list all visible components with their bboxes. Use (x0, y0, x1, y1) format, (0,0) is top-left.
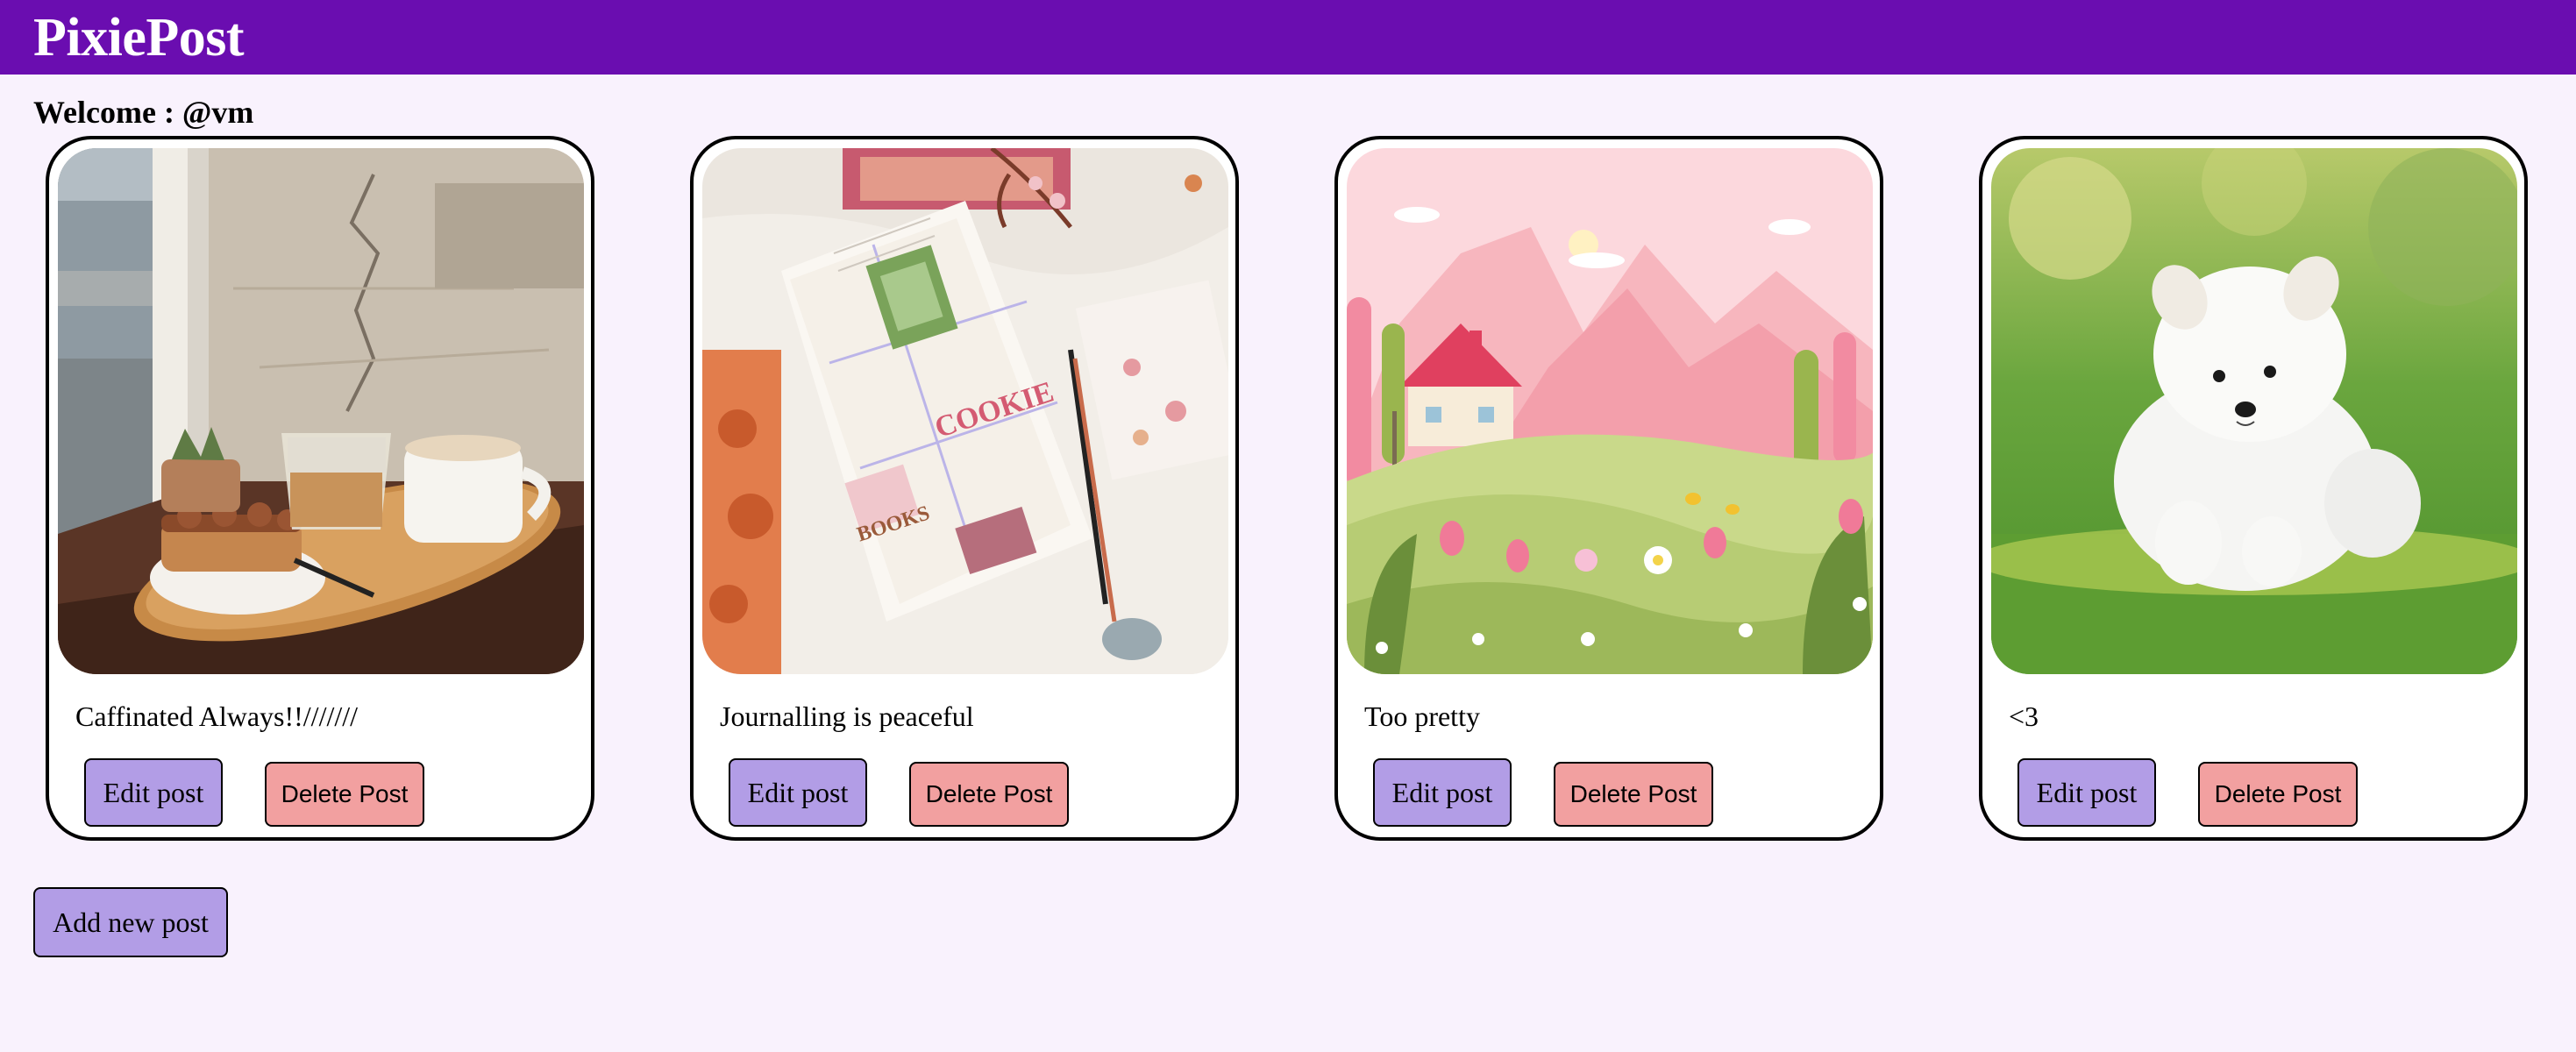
edit-post-button[interactable]: Edit post (2017, 758, 2156, 827)
post-card: Too pretty Edit post Delete Post (1334, 136, 1883, 841)
post-list: Caffinated Always!!/////// Edit post Del… (0, 131, 2576, 841)
post-caption: Journalling is peaceful (720, 700, 974, 732)
delete-post-button[interactable]: Delete Post (909, 762, 1069, 827)
post-image-coffee (58, 148, 584, 674)
delete-post-button[interactable]: Delete Post (2198, 762, 2358, 827)
post-card: COOKIE BOOKS Journalling is peaceful Edi… (690, 136, 1239, 841)
edit-post-button[interactable]: Edit post (729, 758, 867, 827)
app-header: PixiePost (0, 0, 2576, 75)
app-title: PixiePost (33, 7, 245, 68)
post-card: Caffinated Always!!/////// Edit post Del… (46, 136, 594, 841)
post-image-landscape (1347, 148, 1873, 674)
add-new-post-button[interactable]: Add new post (33, 887, 228, 957)
post-caption: <3 (2009, 700, 2039, 732)
post-card: <3 Edit post Delete Post (1979, 136, 2528, 841)
welcome-message: Welcome : @vm (33, 95, 254, 130)
post-image-puppy (1991, 148, 2517, 674)
post-caption: Too pretty (1364, 700, 1480, 732)
edit-post-button[interactable]: Edit post (1373, 758, 1512, 827)
delete-post-button[interactable]: Delete Post (1554, 762, 1713, 827)
edit-post-button[interactable]: Edit post (84, 758, 223, 827)
post-caption: Caffinated Always!!/////// (75, 700, 359, 732)
post-image-journal: COOKIE BOOKS (702, 148, 1228, 674)
delete-post-button[interactable]: Delete Post (265, 762, 424, 827)
